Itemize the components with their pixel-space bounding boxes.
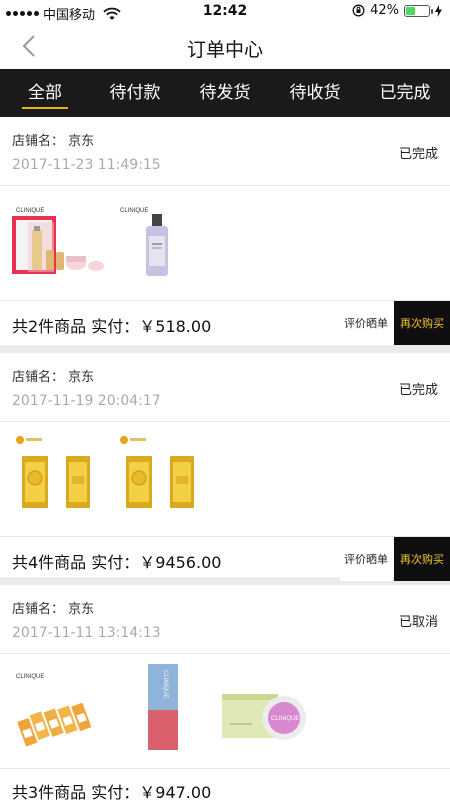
order-products[interactable]: CLINIQUE CLINIQUE bbox=[0, 654, 450, 769]
product-image-gold-bars[interactable] bbox=[8, 422, 108, 537]
order-total: 共2件商品 实付：￥518.00 bbox=[12, 317, 212, 336]
review-button[interactable]: 评价晒单 bbox=[340, 537, 392, 581]
charging-icon bbox=[435, 4, 442, 17]
order-status-tabs: 全部 待付款 待发货 待收货 已完成 bbox=[0, 69, 450, 117]
order-total: 共3件商品 实付：￥947.00 bbox=[12, 783, 212, 800]
orientation-lock-icon bbox=[352, 4, 365, 17]
tab-pending-receipt[interactable]: 待收货 bbox=[270, 69, 360, 117]
order-header: 店铺名： 京东 2017-11-11 13:14:13 已取消 bbox=[0, 585, 450, 654]
battery-level bbox=[406, 6, 416, 15]
order-total: 共4件商品 实付：￥9456.00 bbox=[12, 553, 222, 572]
rebuy-button[interactable]: 再次购买 bbox=[394, 301, 450, 345]
brand-logo-text: CLINIQUE bbox=[120, 208, 148, 214]
brand-logo-text: CLINIQUE bbox=[16, 208, 44, 214]
order-status: 已取消 bbox=[398, 615, 438, 630]
store-name: 店铺名： 京东 bbox=[12, 602, 95, 617]
order-time: 2017-11-19 20:04:17 bbox=[12, 393, 161, 409]
order-footer: 共4件商品 实付：￥9456.00 评价晒单 再次购买 bbox=[0, 537, 450, 581]
brand-logo-text: CLINIQUE bbox=[16, 674, 44, 680]
store-name: 店铺名： 京东 bbox=[12, 370, 95, 385]
brand-logo-text: CLINIQUE bbox=[271, 716, 299, 722]
order-card[interactable]: 店铺名： 京东 2017-11-19 20:04:17 已完成 共4件商品 实付… bbox=[0, 353, 450, 581]
tab-all[interactable]: 全部 bbox=[0, 69, 90, 117]
order-header: 店铺名： 京东 2017-11-19 20:04:17 已完成 bbox=[0, 353, 450, 422]
battery-percent: 42% bbox=[370, 3, 399, 18]
order-footer: 共3件商品 实付：￥947.00 bbox=[0, 769, 450, 800]
product-image-blush[interactable]: CLINIQUE bbox=[216, 654, 316, 769]
status-bar: 中国移动 12:42 42% bbox=[0, 0, 450, 24]
battery-icon bbox=[404, 4, 433, 17]
product-image-sample-packets[interactable]: CLINIQUE bbox=[8, 654, 108, 769]
product-image-gold-bars[interactable] bbox=[112, 422, 212, 537]
order-status: 已完成 bbox=[398, 383, 438, 398]
store-name: 店铺名： 京东 bbox=[12, 134, 95, 149]
order-card[interactable]: 店铺名： 京东 2017-11-11 13:14:13 已取消 CLINIQUE bbox=[0, 585, 450, 800]
order-products[interactable] bbox=[0, 422, 450, 537]
order-products[interactable]: CLINIQUE CLINIQUE bbox=[0, 186, 450, 301]
tab-pending-payment[interactable]: 待付款 bbox=[90, 69, 180, 117]
order-time: 2017-11-11 13:14:13 bbox=[12, 625, 161, 641]
brand-logo-text: CLINIQUE bbox=[162, 670, 168, 698]
page-title: 订单中心 bbox=[186, 39, 263, 61]
product-image-lipstick[interactable]: CLINIQUE bbox=[112, 654, 212, 769]
order-card[interactable]: 店铺名： 京东 2017-11-23 11:49:15 已完成 CLINIQUE… bbox=[0, 117, 450, 345]
tab-completed[interactable]: 已完成 bbox=[360, 69, 450, 117]
order-header: 店铺名： 京东 2017-11-23 11:49:15 已完成 bbox=[0, 117, 450, 186]
rebuy-button[interactable]: 再次购买 bbox=[394, 537, 450, 581]
status-right: 42% bbox=[352, 3, 442, 18]
nav-bar: 订单中心 bbox=[0, 24, 450, 69]
product-image-gift-set[interactable]: CLINIQUE bbox=[8, 186, 108, 301]
tab-pending-shipment[interactable]: 待发货 bbox=[180, 69, 270, 117]
order-status: 已完成 bbox=[398, 147, 438, 162]
review-button[interactable]: 评价晒单 bbox=[340, 301, 392, 345]
order-time: 2017-11-23 11:49:15 bbox=[12, 157, 161, 173]
product-image-toner[interactable]: CLINIQUE bbox=[112, 186, 212, 301]
order-footer: 共2件商品 实付：￥518.00 评价晒单 再次购买 bbox=[0, 301, 450, 345]
